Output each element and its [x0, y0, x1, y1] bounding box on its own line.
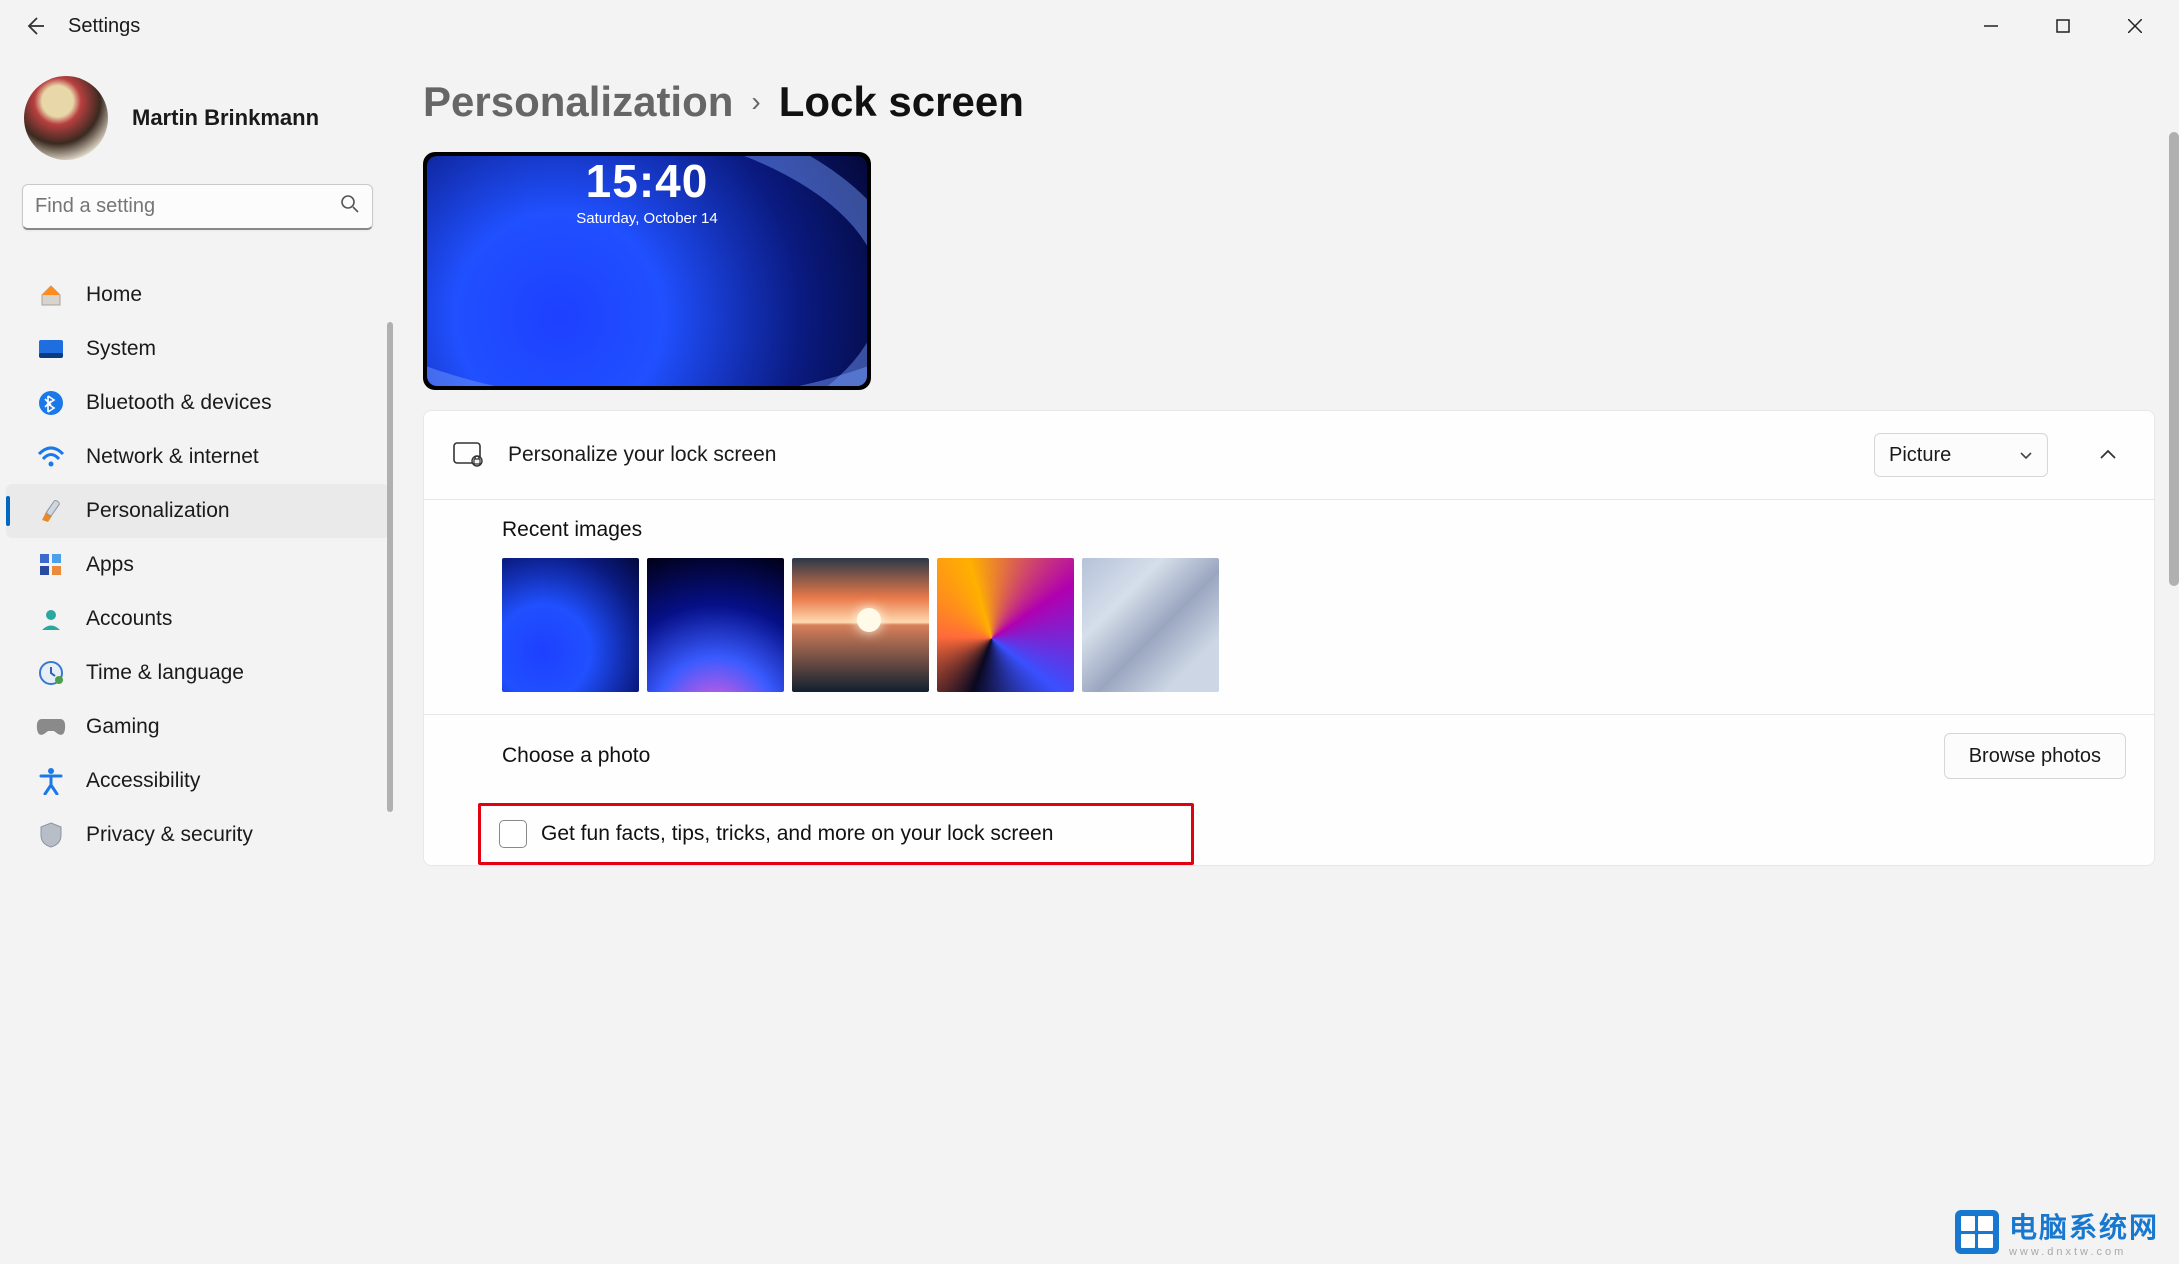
- recent-image-thumbnail[interactable]: [792, 558, 929, 692]
- recent-image-thumbnail[interactable]: [937, 558, 1074, 692]
- maximize-icon: [2056, 19, 2070, 33]
- sidebar-item-system[interactable]: System: [6, 322, 389, 376]
- sidebar-item-accounts[interactable]: Accounts: [6, 592, 389, 646]
- nav-label: Home: [86, 283, 142, 307]
- titlebar: Settings: [0, 0, 2179, 52]
- minimize-button[interactable]: [1955, 0, 2027, 52]
- nav-label: Network & internet: [86, 445, 259, 469]
- nav-label: System: [86, 337, 156, 361]
- minimize-icon: [1984, 19, 1998, 33]
- main-scrollbar[interactable]: [2169, 132, 2179, 586]
- fun-facts-checkbox[interactable]: [499, 820, 527, 848]
- button-label: Browse photos: [1969, 745, 2101, 768]
- choose-photo-label: Choose a photo: [502, 744, 1944, 768]
- recent-images-section: Recent images: [424, 499, 2154, 714]
- fun-facts-row-highlighted: Get fun facts, tips, tricks, and more on…: [478, 803, 1194, 865]
- background-type-dropdown[interactable]: Picture: [1874, 433, 2048, 477]
- search-box[interactable]: [22, 184, 373, 230]
- nav-label: Apps: [86, 553, 134, 577]
- accessibility-icon: [36, 766, 66, 796]
- shield-icon: [36, 820, 66, 850]
- watermark-url: www.dnxtw.com: [2009, 1246, 2159, 1258]
- watermark: 电脑系统网 www.dnxtw.com: [1955, 1206, 2159, 1258]
- wifi-icon: [36, 442, 66, 472]
- watermark-logo-icon: [1955, 1210, 1999, 1254]
- chevron-right-icon: ›: [751, 86, 760, 118]
- sidebar-item-network[interactable]: Network & internet: [6, 430, 389, 484]
- window-controls: [1955, 0, 2171, 52]
- fun-facts-label: Get fun facts, tips, tricks, and more on…: [541, 822, 1053, 846]
- nav-label: Personalization: [86, 499, 230, 523]
- close-icon: [2128, 19, 2142, 33]
- search-input[interactable]: [35, 195, 340, 218]
- avatar: [24, 76, 108, 160]
- lockscreen-icon: [452, 439, 484, 471]
- sidebar-item-apps[interactable]: Apps: [6, 538, 389, 592]
- sidebar-scrollbar[interactable]: [387, 322, 393, 812]
- sidebar-item-personalization[interactable]: Personalization: [6, 484, 389, 538]
- personalize-title: Personalize your lock screen: [508, 443, 1850, 467]
- username: Martin Brinkmann: [132, 105, 319, 131]
- recent-image-thumbnail[interactable]: [502, 558, 639, 692]
- recent-image-thumbnail[interactable]: [1082, 558, 1219, 692]
- app-title: Settings: [68, 15, 140, 38]
- back-button[interactable]: [8, 0, 60, 52]
- nav-label: Accessibility: [86, 769, 200, 793]
- sidebar-item-accessibility[interactable]: Accessibility: [6, 754, 389, 808]
- watermark-title: 电脑系统网: [2009, 1206, 2159, 1246]
- lockscreen-preview: 15:40 Saturday, October 14: [423, 152, 871, 390]
- recent-images-label: Recent images: [502, 518, 2126, 542]
- chevron-down-icon: [2019, 444, 2033, 467]
- sidebar-item-gaming[interactable]: Gaming: [6, 700, 389, 754]
- arrow-left-icon: [22, 14, 46, 38]
- profile-block[interactable]: Martin Brinkmann: [0, 66, 395, 184]
- apps-icon: [36, 550, 66, 580]
- system-icon: [36, 334, 66, 364]
- personalize-card: Personalize your lock screen Picture Rec…: [423, 410, 2155, 866]
- gamepad-icon: [36, 712, 66, 742]
- preview-date: Saturday, October 14: [576, 210, 717, 227]
- nav-label: Bluetooth & devices: [86, 391, 272, 415]
- preview-clock: 15:40: [576, 154, 717, 208]
- close-button[interactable]: [2099, 0, 2171, 52]
- sidebar-item-privacy[interactable]: Privacy & security: [6, 808, 389, 862]
- nav-label: Privacy & security: [86, 823, 253, 847]
- sidebar: Martin Brinkmann Home System Bluetooth &: [0, 52, 395, 1264]
- search-icon: [340, 194, 360, 220]
- person-icon: [36, 604, 66, 634]
- maximize-button[interactable]: [2027, 0, 2099, 52]
- bluetooth-icon: [36, 388, 66, 418]
- dropdown-value: Picture: [1889, 444, 1951, 467]
- breadcrumb-parent[interactable]: Personalization: [423, 78, 733, 126]
- sidebar-item-time[interactable]: Time & language: [6, 646, 389, 700]
- nav-label: Gaming: [86, 715, 160, 739]
- choose-photo-row: Choose a photo Browse photos: [424, 714, 2154, 797]
- chevron-up-icon: [2099, 449, 2117, 461]
- collapse-button[interactable]: [2090, 449, 2126, 461]
- clock-icon: [36, 658, 66, 688]
- nav-label: Accounts: [86, 607, 172, 631]
- recent-image-thumbnail[interactable]: [647, 558, 784, 692]
- paintbrush-icon: [36, 496, 66, 526]
- main-content: Personalization › Lock screen 15:40 Satu…: [395, 52, 2179, 1264]
- browse-photos-button[interactable]: Browse photos: [1944, 733, 2126, 779]
- nav-label: Time & language: [86, 661, 244, 685]
- sidebar-item-home[interactable]: Home: [6, 268, 389, 322]
- sidebar-item-bluetooth[interactable]: Bluetooth & devices: [6, 376, 389, 430]
- home-icon: [36, 280, 66, 310]
- nav-list: Home System Bluetooth & devices Network …: [0, 250, 395, 862]
- breadcrumb: Personalization › Lock screen: [423, 52, 2161, 152]
- breadcrumb-current: Lock screen: [779, 78, 1024, 126]
